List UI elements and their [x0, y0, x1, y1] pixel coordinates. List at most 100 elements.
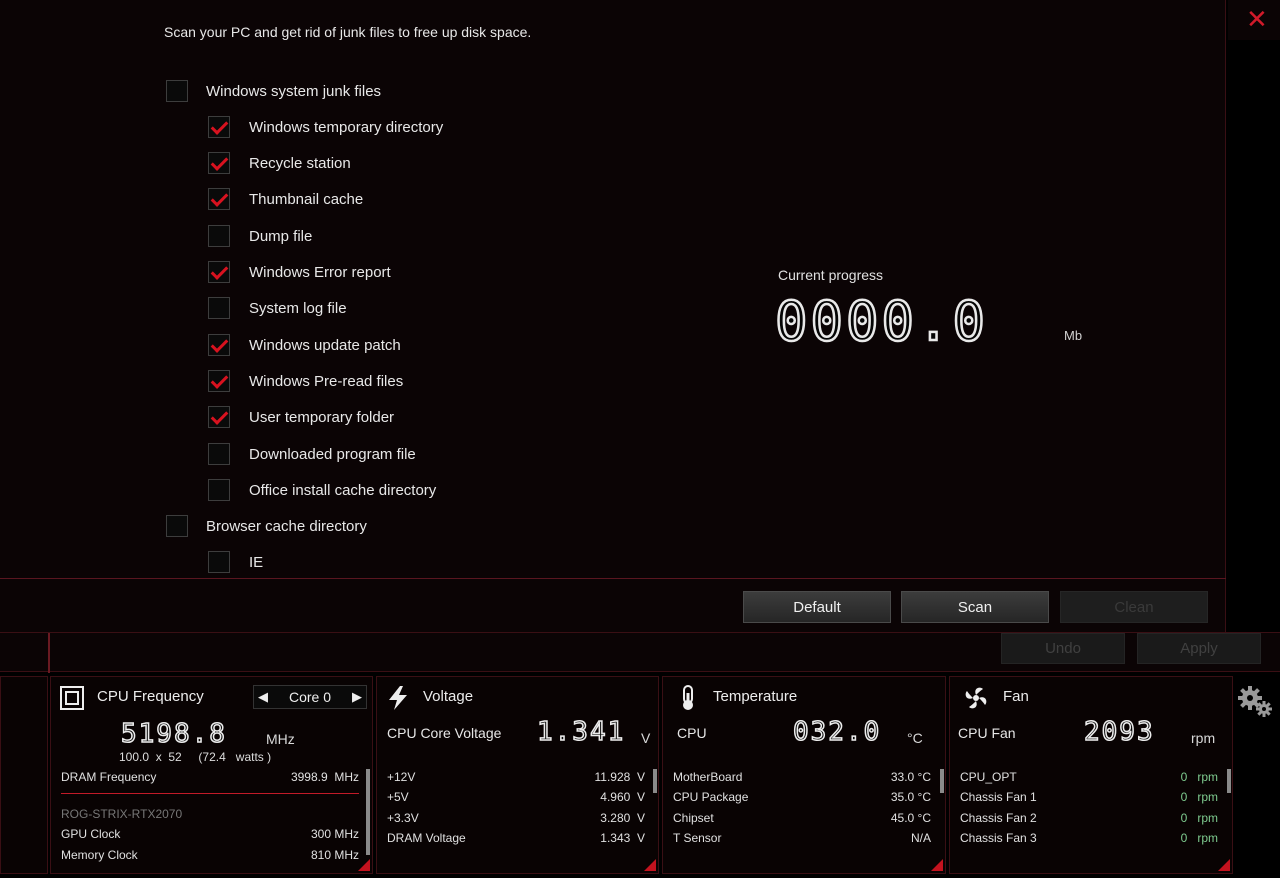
dram-frequency-row: DRAM Frequency 3998.9 MHz	[61, 770, 359, 784]
close-icon[interactable]: ✕	[1246, 6, 1268, 32]
checkbox[interactable]	[208, 443, 230, 465]
voltage-panel[interactable]: Voltage CPU Core Voltage 1.341 V +12V 11.…	[376, 676, 659, 874]
checkbox[interactable]	[166, 80, 188, 102]
fan-row-number: 0	[1180, 831, 1188, 845]
voltage-row-label: DRAM Voltage	[387, 831, 466, 845]
checkbox[interactable]	[208, 116, 230, 138]
checklist-item[interactable]: Recycle station	[208, 151, 351, 175]
checkbox[interactable]	[208, 334, 230, 356]
expand-corner-icon[interactable]	[931, 859, 943, 871]
temperature-title: Temperature	[713, 688, 798, 705]
checklist-item[interactable]: IE	[208, 550, 263, 574]
cpu-multiplier-line: 100.0 x 52 (72.4 watts )	[119, 750, 271, 764]
checkbox[interactable]	[166, 515, 188, 537]
monitor-left-strip	[0, 676, 48, 874]
temperature-panel[interactable]: Temperature CPU 032.0 °C MotherBoard 33.0…	[662, 676, 946, 874]
chevron-right-icon[interactable]: ▶	[352, 689, 362, 705]
divider	[61, 793, 359, 794]
expand-corner-icon[interactable]	[1218, 859, 1230, 871]
checkbox[interactable]	[208, 406, 230, 428]
checklist-item-label: IE	[249, 553, 264, 571]
fan-row-number: 0	[1180, 811, 1188, 825]
checklist-item-label: Windows temporary directory	[249, 118, 444, 136]
clean-button[interactable]: Clean	[1060, 591, 1208, 623]
fan-row-value: 0 rpm	[1181, 770, 1218, 784]
checklist-item-label: Dump file	[249, 227, 313, 245]
undo-button[interactable]: Undo	[1001, 633, 1125, 664]
scan-description: Scan your PC and get rid of junk files t…	[164, 24, 532, 40]
scrollbar[interactable]	[366, 769, 370, 855]
progress-value: 0000.0	[774, 290, 989, 353]
checkbox[interactable]	[208, 261, 230, 283]
cleaner-panel: Scan your PC and get rid of junk files t…	[0, 0, 1226, 632]
checklist-item[interactable]: Windows temporary directory	[208, 115, 443, 139]
default-button[interactable]: Default	[743, 591, 891, 623]
checklist-item[interactable]: Windows system junk files	[166, 79, 381, 103]
gpu-name-row: ROG-STRIX-RTX2070	[61, 807, 357, 821]
cpu-frequency-unit: MHz	[266, 731, 295, 747]
fan-panel[interactable]: Fan CPU Fan 2093 rpm CPU_OPT 0 rpm Chassis…	[949, 676, 1233, 874]
checklist-item[interactable]: Windows Pre-read files	[208, 369, 403, 393]
checkbox[interactable]	[208, 188, 230, 210]
chevron-left-icon[interactable]: ◀	[258, 689, 268, 705]
expand-corner-icon[interactable]	[358, 859, 370, 871]
temperature-row: MotherBoard 33.0 °C	[673, 770, 931, 784]
hardware-monitor: CPU Frequency ◀ Core 0 ▶ 5198.8 MHz 100.…	[0, 674, 1280, 878]
core-selector[interactable]: ◀ Core 0 ▶	[253, 685, 367, 709]
divider	[0, 578, 1226, 579]
checklist-item[interactable]: Thumbnail cache	[208, 187, 363, 211]
fan-row-label: Chassis Fan 1	[960, 790, 1037, 804]
checklist-item[interactable]: User temporary folder	[208, 405, 394, 429]
voltage-row-label: +3.3V	[387, 811, 419, 825]
checklist-item[interactable]: Windows Error report	[208, 260, 391, 284]
checkbox[interactable]	[208, 225, 230, 247]
cpu-chip-icon	[60, 686, 84, 710]
checklist-item[interactable]: Office install cache directory	[208, 478, 436, 502]
checklist-item-label: Browser cache directory	[206, 517, 367, 535]
temperature-row-value: 45.0 °C	[890, 811, 931, 825]
apply-button[interactable]: Apply	[1137, 633, 1261, 664]
checklist-item[interactable]: Windows update patch	[208, 333, 401, 357]
cpu-temp-label: CPU	[677, 725, 707, 741]
checklist-item-label: Windows Pre-read files	[249, 372, 404, 390]
temperature-row: T Sensor N/A	[673, 831, 931, 845]
voltage-row-label: +5V	[387, 790, 409, 804]
scrollbar[interactable]	[653, 769, 657, 793]
scan-button[interactable]: Scan	[901, 591, 1049, 623]
fan-row-unit: rpm	[1197, 811, 1218, 825]
fan-row-number: 0	[1180, 770, 1188, 784]
fan-row-label: Chassis Fan 3	[960, 831, 1037, 845]
scrollbar[interactable]	[1227, 769, 1231, 793]
checklist-item-label: Office install cache directory	[249, 481, 437, 499]
expand-corner-icon[interactable]	[644, 859, 656, 871]
checklist-item[interactable]: Browser cache directory	[166, 514, 367, 538]
checklist-item[interactable]: Dump file	[208, 224, 312, 248]
voltage-row-label: +12V	[387, 770, 416, 784]
progress-title: Current progress	[778, 267, 884, 283]
cpu-frequency-title: CPU Frequency	[97, 688, 204, 705]
watts-unit: watts	[235, 750, 264, 764]
checkbox[interactable]	[208, 152, 230, 174]
fan-row-value: 0 rpm	[1181, 790, 1218, 804]
cpu-frequency-value: 5198.8	[120, 718, 227, 750]
voltage-row: DRAM Voltage 1.343 V	[387, 831, 645, 845]
checkbox[interactable]	[208, 297, 230, 319]
memory-clock-label: Memory Clock	[61, 848, 138, 862]
checklist-item-label: Thumbnail cache	[249, 190, 364, 208]
cpu-frequency-panel[interactable]: CPU Frequency ◀ Core 0 ▶ 5198.8 MHz 100.…	[50, 676, 373, 874]
temperature-row-value: 35.0 °C	[890, 790, 931, 804]
temperature-row: CPU Package 35.0 °C	[673, 790, 931, 804]
fan-row-value: 0 rpm	[1181, 831, 1218, 845]
checklist-item[interactable]: System log file	[208, 296, 347, 320]
temperature-row: Chipset 45.0 °C	[673, 811, 931, 825]
scrollbar[interactable]	[940, 769, 944, 793]
gpu-name: ROG-STRIX-RTX2070	[61, 807, 183, 821]
voltage-row-value: 1.343 V	[600, 831, 645, 845]
checklist-item[interactable]: Downloaded program file	[208, 442, 416, 466]
gears-icon[interactable]	[1236, 682, 1276, 722]
checkbox[interactable]	[208, 370, 230, 392]
checkbox[interactable]	[208, 479, 230, 501]
memory-clock-row: Memory Clock 810 MHz	[61, 848, 359, 862]
checklist-item-label: Windows system junk files	[206, 82, 382, 100]
checkbox[interactable]	[208, 551, 230, 573]
